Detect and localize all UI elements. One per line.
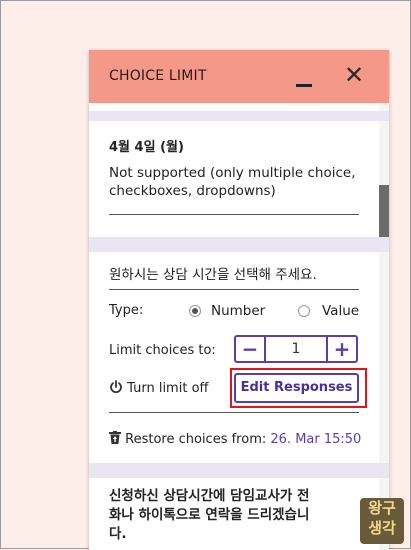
type-label: Type: [109,303,144,318]
watermark-line: 왕구 [368,499,396,517]
increment-button[interactable]: + [326,337,356,361]
choice-limit-panel: CHOICE LIMIT ✕ 4월 4일 (월) Not supported (… [89,50,389,550]
section-separator [89,111,389,121]
watermark-logo: 왕구 생각 [360,498,404,544]
trash-restore-icon [109,431,121,444]
restore-label: Restore choices from: [125,432,267,447]
panel-header: CHOICE LIMIT ✕ [89,50,389,103]
restore-date-link[interactable]: 26. Mar 15:50 [270,432,361,447]
type-number-radio[interactable] [189,305,201,317]
watermark-line: 생각 [368,519,396,537]
limit-value[interactable]: 1 [266,337,326,361]
section-separator [89,237,389,252]
minimize-icon[interactable] [296,84,312,87]
turn-limit-off-button[interactable]: Turn limit off [109,380,208,396]
divider [109,412,359,413]
close-icon[interactable]: ✕ [343,63,365,87]
turn-limit-off-label: Turn limit off [127,381,209,396]
type-number-label[interactable]: Number [211,303,265,319]
panel-title: CHOICE LIMIT [109,68,207,84]
question-title-line: 화나 하이톡으로 연락을 드리겠습니 [109,507,310,523]
edit-responses-button[interactable]: Edit Responses [234,373,359,403]
question-title-line: 다. [109,526,127,542]
restore-choices-row: Restore choices from: 26. Mar 15:50 [109,431,361,447]
divider [109,289,359,290]
power-icon [110,380,122,394]
unsupported-message-line2: checkboxes, dropdowns) [109,183,276,199]
section-separator [89,463,389,478]
divider [109,214,359,215]
question-title: 원하시는 상담 시간을 선택해 주세요. [109,267,317,283]
decrement-button[interactable]: − [236,337,266,361]
scrollbar-thumb[interactable] [379,185,389,243]
unsupported-message-line1: Not supported (only multiple choice, [109,165,356,181]
question-title: 신청하신 상담시간에 담임교사가 전 화나 하이톡으로 연락을 드리겠습니 다. [109,487,309,544]
limit-stepper: − 1 + [234,335,358,363]
question-title: 4월 4일 (월) [109,140,184,155]
type-value-radio[interactable] [298,305,310,317]
limit-choices-label: Limit choices to: [109,343,216,358]
question-title-line: 신청하신 상담시간에 담임교사가 전 [109,488,310,504]
scrollbar-track[interactable] [379,103,389,550]
type-value-label[interactable]: Value [322,303,359,319]
